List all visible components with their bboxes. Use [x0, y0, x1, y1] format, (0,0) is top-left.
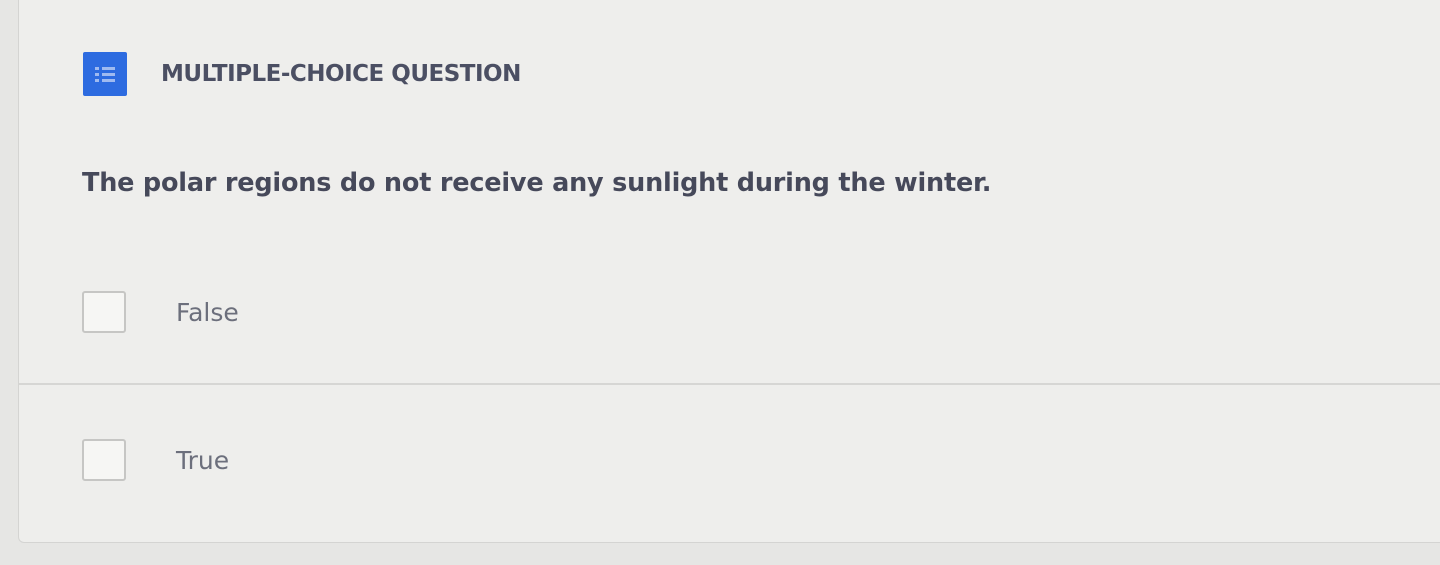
question-type-header: MULTIPLE-CHOICE QUESTION: [83, 52, 521, 96]
option-false-checkbox[interactable]: [82, 291, 126, 333]
list-icon-glyph: [95, 67, 115, 82]
option-false[interactable]: False: [19, 241, 1440, 383]
option-true-checkbox[interactable]: [82, 439, 126, 481]
question-text: The polar regions do not receive any sun…: [82, 168, 992, 198]
question-card: MULTIPLE-CHOICE QUESTION The polar regio…: [18, 0, 1440, 543]
option-true[interactable]: True: [19, 385, 1440, 535]
answer-options: False True: [19, 241, 1440, 535]
question-type-label: MULTIPLE-CHOICE QUESTION: [161, 61, 521, 87]
list-icon: [83, 52, 127, 96]
option-false-label: False: [176, 297, 239, 327]
option-true-label: True: [176, 445, 230, 475]
